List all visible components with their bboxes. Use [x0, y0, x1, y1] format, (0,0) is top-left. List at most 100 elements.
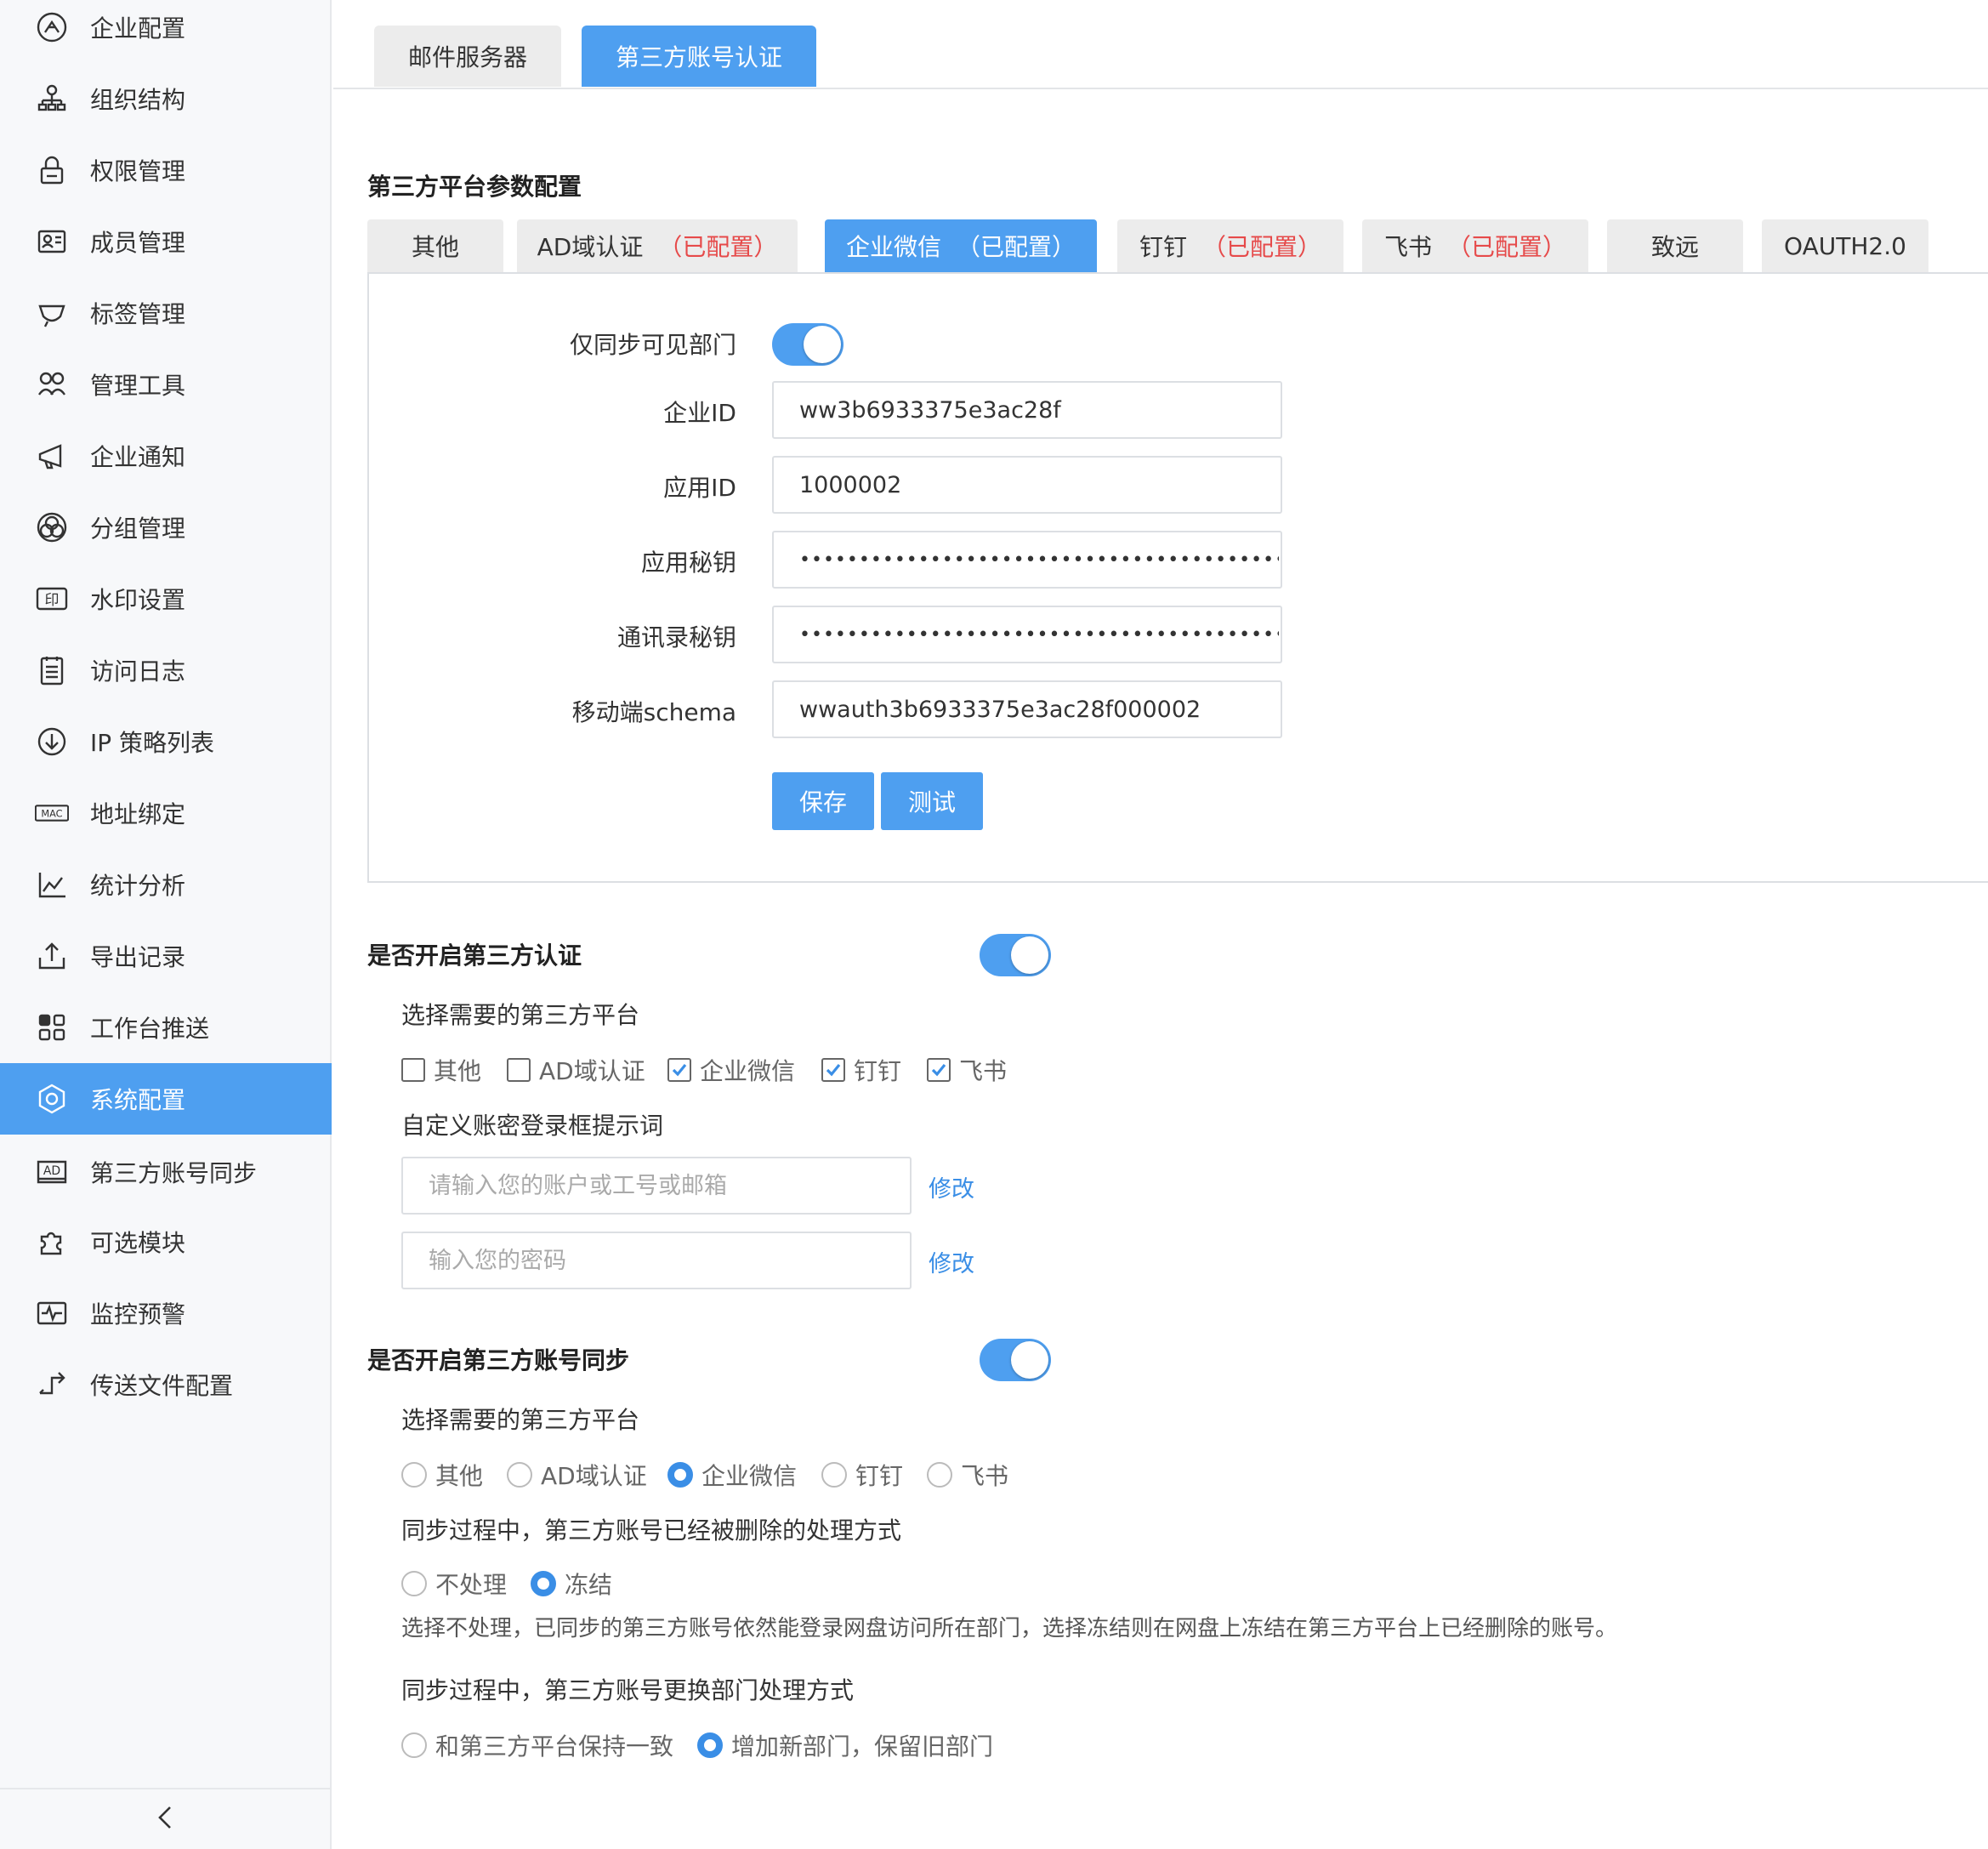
- sidebar-item-export[interactable]: 导出记录: [0, 920, 332, 992]
- sidebar-item-tags[interactable]: 标签管理: [0, 277, 332, 349]
- checkbox-checked: [667, 1058, 691, 1082]
- tab-platform-oauth2[interactable]: OAUTH2.0: [1762, 219, 1928, 272]
- sync-visible-toggle[interactable]: [772, 323, 843, 366]
- deleted-radio-freeze[interactable]: 冻结: [531, 1567, 612, 1601]
- sidebar-item-watermark[interactable]: 印 水印设置: [0, 563, 332, 634]
- tab-platform-wecom[interactable]: 企业微信 （已配置）: [825, 219, 1097, 272]
- sidebar-item-label: 地址绑定: [90, 800, 186, 828]
- sidebar-item-org-structure[interactable]: 组织结构: [0, 63, 332, 134]
- sidebar-item-label: 访问日志: [90, 657, 186, 686]
- sidebar-item-enterprise-config[interactable]: 企业配置: [0, 0, 332, 63]
- tab-platform-zhiyuan[interactable]: 致远: [1607, 219, 1743, 272]
- transfer-icon: [32, 1365, 71, 1404]
- radio-selected: [531, 1571, 556, 1596]
- sidebar-item-tools[interactable]: 管理工具: [0, 349, 332, 420]
- checkbox-checked: [821, 1058, 845, 1082]
- edit-account-prompt-link[interactable]: 修改: [929, 1170, 974, 1203]
- dept-radio-add-keep-old[interactable]: 增加新部门，保留旧部门: [697, 1728, 993, 1762]
- app-id-input[interactable]: [772, 456, 1282, 514]
- tab-mail-server[interactable]: 邮件服务器: [374, 26, 561, 87]
- sidebar-collapse-button[interactable]: [0, 1788, 332, 1849]
- auth-checkbox-wecom[interactable]: 企业微信: [667, 1053, 795, 1087]
- sidebar-item-optional-modules[interactable]: 可选模块: [0, 1206, 332, 1277]
- sidebar-item-third-party-sync[interactable]: AD 第三方账号同步: [0, 1136, 332, 1208]
- ad-icon: AD: [32, 1152, 71, 1192]
- sidebar-item-transfer-config[interactable]: 传送文件配置: [0, 1349, 332, 1420]
- sidebar-item-label: 导出记录: [90, 943, 186, 971]
- tab-third-party-auth[interactable]: 第三方账号认证: [582, 26, 816, 87]
- platform-config-title: 第三方平台参数配置: [367, 173, 582, 201]
- save-button[interactable]: 保存: [772, 772, 874, 830]
- account-prompt-input[interactable]: [401, 1157, 912, 1215]
- radio: [401, 1732, 427, 1758]
- sync-enable-toggle[interactable]: [980, 1339, 1051, 1381]
- sync-radio-other[interactable]: 其他: [401, 1458, 483, 1492]
- sidebar-item-workbench[interactable]: 工作台推送: [0, 992, 332, 1063]
- sidebar-item-ip-policy[interactable]: IP 策略列表: [0, 706, 332, 777]
- check-icon: [931, 1063, 946, 1077]
- radio-selected: [667, 1462, 693, 1488]
- sidebar-item-permission[interactable]: 权限管理: [0, 134, 332, 206]
- tab-platform-ad[interactable]: AD域认证 （已配置）: [517, 219, 798, 272]
- app-secret-input[interactable]: [772, 531, 1282, 589]
- password-prompt-input[interactable]: [401, 1232, 912, 1289]
- sidebar-item-label: 权限管理: [90, 157, 186, 185]
- sync-radio-feishu[interactable]: 飞书: [927, 1458, 1008, 1492]
- tab-platform-other[interactable]: 其他: [367, 219, 503, 272]
- monitor-icon: [32, 1294, 71, 1333]
- radio: [507, 1462, 532, 1488]
- auth-checkbox-ad[interactable]: AD域认证: [507, 1053, 645, 1087]
- org-structure-icon: [32, 79, 71, 118]
- tab-platform-feishu[interactable]: 飞书 （已配置）: [1362, 219, 1588, 272]
- sidebar-item-notifications[interactable]: 企业通知: [0, 420, 332, 492]
- checkbox: [507, 1058, 531, 1082]
- radio: [401, 1571, 427, 1596]
- settings-hex-icon: [32, 1079, 71, 1118]
- sidebar-item-label: 分组管理: [90, 515, 186, 543]
- sidebar-item-system-config[interactable]: 系统配置: [0, 1063, 332, 1135]
- tab-platform-dingtalk[interactable]: 钉钉 （已配置）: [1117, 219, 1343, 272]
- group-circles-icon: [32, 508, 71, 547]
- contacts-secret-input[interactable]: [772, 606, 1282, 663]
- sync-radio-dingtalk[interactable]: 钉钉: [821, 1458, 903, 1492]
- configured-badge: （已配置）: [658, 233, 778, 261]
- sync-radio-wecom[interactable]: 企业微信: [667, 1458, 797, 1492]
- download-circle-icon: [32, 722, 71, 761]
- auth-checkbox-other[interactable]: 其他: [401, 1053, 481, 1087]
- chart-icon: [32, 865, 71, 904]
- app-secret-label: 应用秘钥: [640, 549, 736, 577]
- auth-checkbox-feishu[interactable]: 飞书: [927, 1053, 1007, 1087]
- edit-password-prompt-link[interactable]: 修改: [929, 1245, 974, 1278]
- sidebar-item-access-log[interactable]: 访问日志: [0, 634, 332, 706]
- sidebar-item-statistics[interactable]: 统计分析: [0, 849, 332, 920]
- deleted-radio-ignore[interactable]: 不处理: [401, 1567, 507, 1601]
- sync-radio-ad[interactable]: AD域认证: [507, 1458, 647, 1492]
- test-button[interactable]: 测试: [881, 772, 983, 830]
- dept-radio-keep-consistent[interactable]: 和第三方平台保持一致: [401, 1728, 673, 1762]
- auth-checkbox-dingtalk[interactable]: 钉钉: [821, 1053, 901, 1087]
- platform-config-panel: 仅同步可见部门 企业ID 应用ID 应用秘钥 通讯录秘钥 移动端schema 保…: [367, 272, 1988, 883]
- mac-icon: MAC: [32, 794, 71, 833]
- sync-platform-prompt: 选择需要的第三方平台: [401, 1406, 640, 1434]
- radio: [401, 1462, 427, 1488]
- sidebar-item-members[interactable]: 成员管理: [0, 206, 332, 277]
- sidebar-item-address-binding[interactable]: MAC 地址绑定: [0, 777, 332, 849]
- auth-platform-prompt: 选择需要的第三方平台: [401, 1001, 640, 1029]
- enterprise-icon: [32, 8, 71, 47]
- sidebar-item-label: 统计分析: [90, 872, 186, 900]
- grid-icon: [32, 1008, 71, 1047]
- megaphone-icon: [32, 436, 71, 475]
- checkbox-checked: [927, 1058, 951, 1082]
- sidebar-item-label: 成员管理: [90, 229, 186, 257]
- sync-section-title: 是否开启第三方账号同步: [367, 1346, 630, 1374]
- corp-id-input[interactable]: [772, 381, 1282, 439]
- auth-enable-toggle[interactable]: [980, 934, 1051, 976]
- export-icon: [32, 936, 71, 976]
- schema-input[interactable]: [772, 680, 1282, 738]
- sidebar-item-monitoring[interactable]: 监控预警: [0, 1277, 332, 1349]
- sidebar-item-groups[interactable]: 分组管理: [0, 492, 332, 563]
- sidebar-item-label: 企业配置: [90, 14, 186, 43]
- configured-badge: （已配置）: [1447, 233, 1567, 261]
- sidebar-item-label: 组织结构: [90, 86, 186, 114]
- svg-text:MAC: MAC: [41, 808, 62, 819]
